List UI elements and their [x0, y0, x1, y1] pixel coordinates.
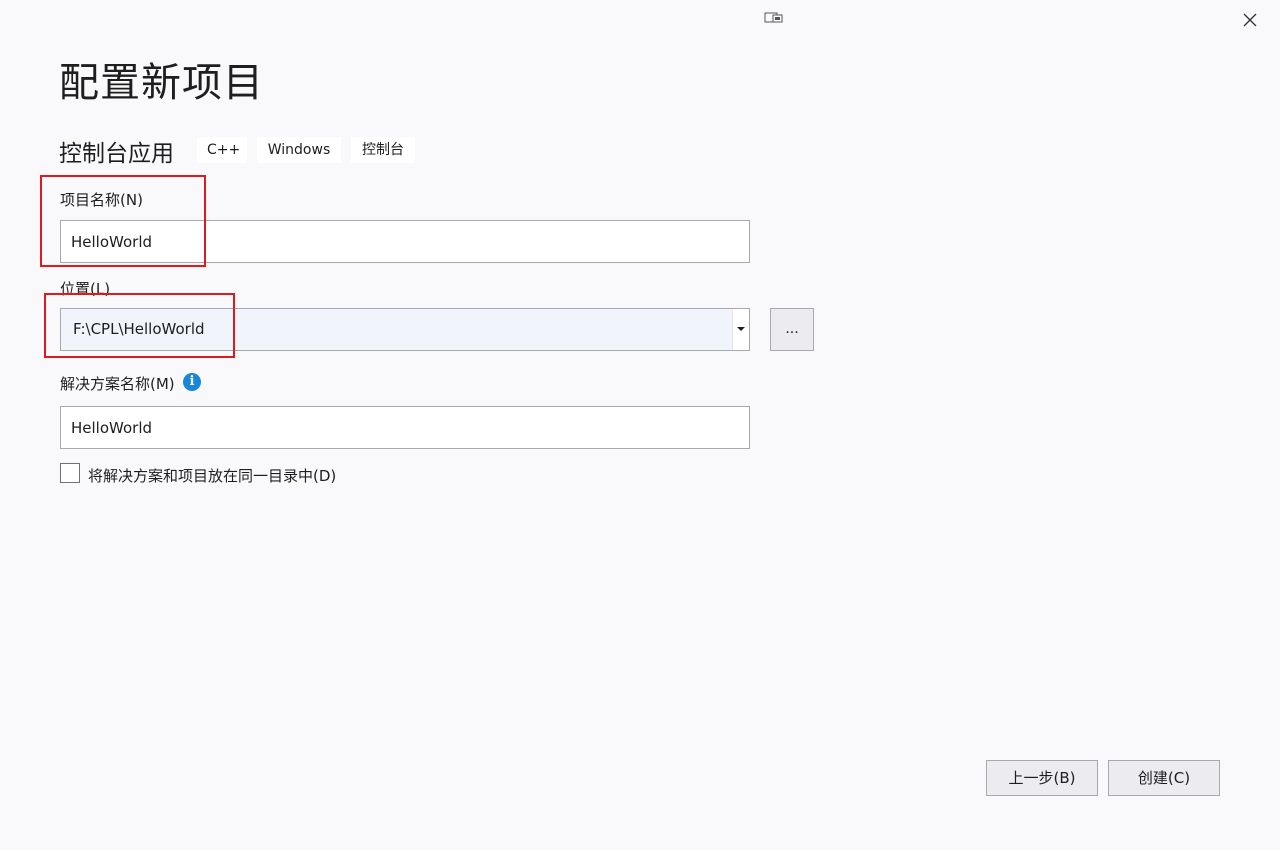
- solution-name-label: 解决方案名称(M): [60, 375, 175, 393]
- project-name-label: 项目名称(N): [60, 191, 143, 209]
- same-directory-checkbox[interactable]: [60, 463, 80, 483]
- location-dropdown-button[interactable]: [732, 309, 749, 350]
- project-name-input[interactable]: [60, 220, 750, 263]
- back-button[interactable]: 上一步(B): [986, 760, 1098, 796]
- solution-name-input[interactable]: [60, 406, 750, 449]
- tag-cpp: C++: [197, 137, 247, 163]
- location-value[interactable]: F:\CPL\HelloWorld: [73, 309, 205, 350]
- close-icon[interactable]: [1240, 10, 1260, 30]
- create-button[interactable]: 创建(C): [1108, 760, 1220, 796]
- info-icon[interactable]: i: [183, 373, 201, 391]
- template-name: 控制台应用: [59, 141, 174, 167]
- browse-button[interactable]: ...: [770, 308, 814, 351]
- page-title: 配置新项目: [59, 60, 264, 106]
- tag-console: 控制台: [351, 137, 415, 163]
- same-directory-label[interactable]: 将解决方案和项目放在同一目录中(D): [88, 465, 336, 486]
- location-combobox[interactable]: F:\CPL\HelloWorld: [60, 308, 750, 351]
- tag-windows: Windows: [257, 137, 341, 163]
- location-label: 位置(L): [60, 280, 111, 298]
- chevron-down-icon: [737, 327, 745, 331]
- restore-window-icon[interactable]: [764, 10, 784, 26]
